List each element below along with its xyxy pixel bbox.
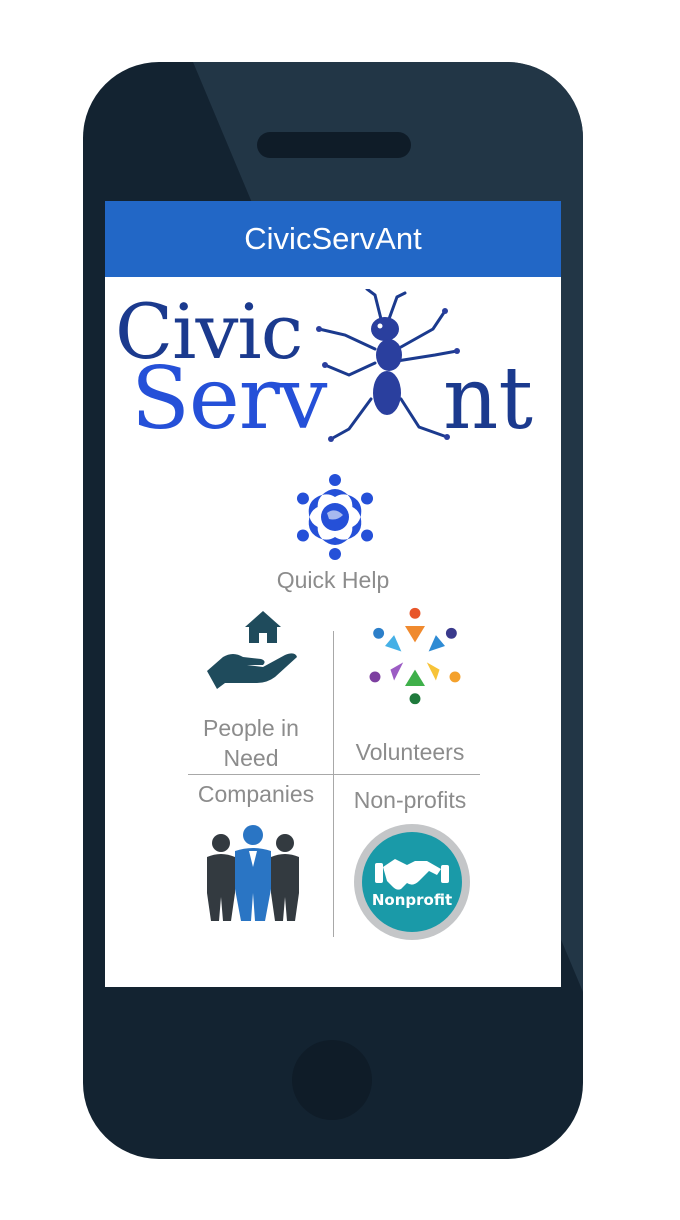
- app-screen: CivicServAnt Civic Serv nt Quick Help Pe…: [105, 201, 561, 987]
- grid-divider-vertical: [333, 631, 334, 937]
- app-title: CivicServAnt: [244, 221, 422, 256]
- volunteers-label: Volunteers: [355, 739, 465, 765]
- handshake-badge-icon: Nonprofit: [354, 824, 470, 940]
- app-bar: CivicServAnt: [105, 201, 561, 277]
- nonprofit-badge-text: Nonprofit: [372, 891, 452, 909]
- business-people-icon: [207, 825, 299, 921]
- nonprofits-label: Non-profits: [353, 787, 467, 813]
- ant-icon: [316, 289, 460, 442]
- civicservant-logo: Civic Serv nt: [115, 287, 555, 459]
- companies-button[interactable]: Companies: [181, 777, 331, 937]
- companies-label: Companies: [197, 781, 315, 807]
- people-in-need-label-line2: Need: [223, 745, 279, 771]
- people-in-need-label-line1: People in: [203, 715, 299, 741]
- people-circle-icon: [369, 607, 461, 705]
- phone-speaker: [257, 132, 411, 158]
- nonprofits-button[interactable]: Non-profits Nonprofit: [337, 777, 483, 947]
- globe-people-icon: [291, 474, 379, 560]
- home-button[interactable]: [292, 1040, 372, 1120]
- logo-word-serv: Serv: [131, 349, 328, 449]
- quick-help-button[interactable]: Quick Help: [105, 471, 561, 601]
- hand-house-icon: [207, 611, 297, 689]
- people-in-need-button[interactable]: People in Need: [181, 601, 331, 773]
- grid-divider-horizontal: [188, 774, 480, 775]
- volunteers-button[interactable]: Volunteers: [337, 601, 483, 773]
- stage: CivicServAnt Civic Serv nt Quick Help Pe…: [0, 0, 680, 1220]
- quick-help-label: Quick Help: [276, 567, 390, 593]
